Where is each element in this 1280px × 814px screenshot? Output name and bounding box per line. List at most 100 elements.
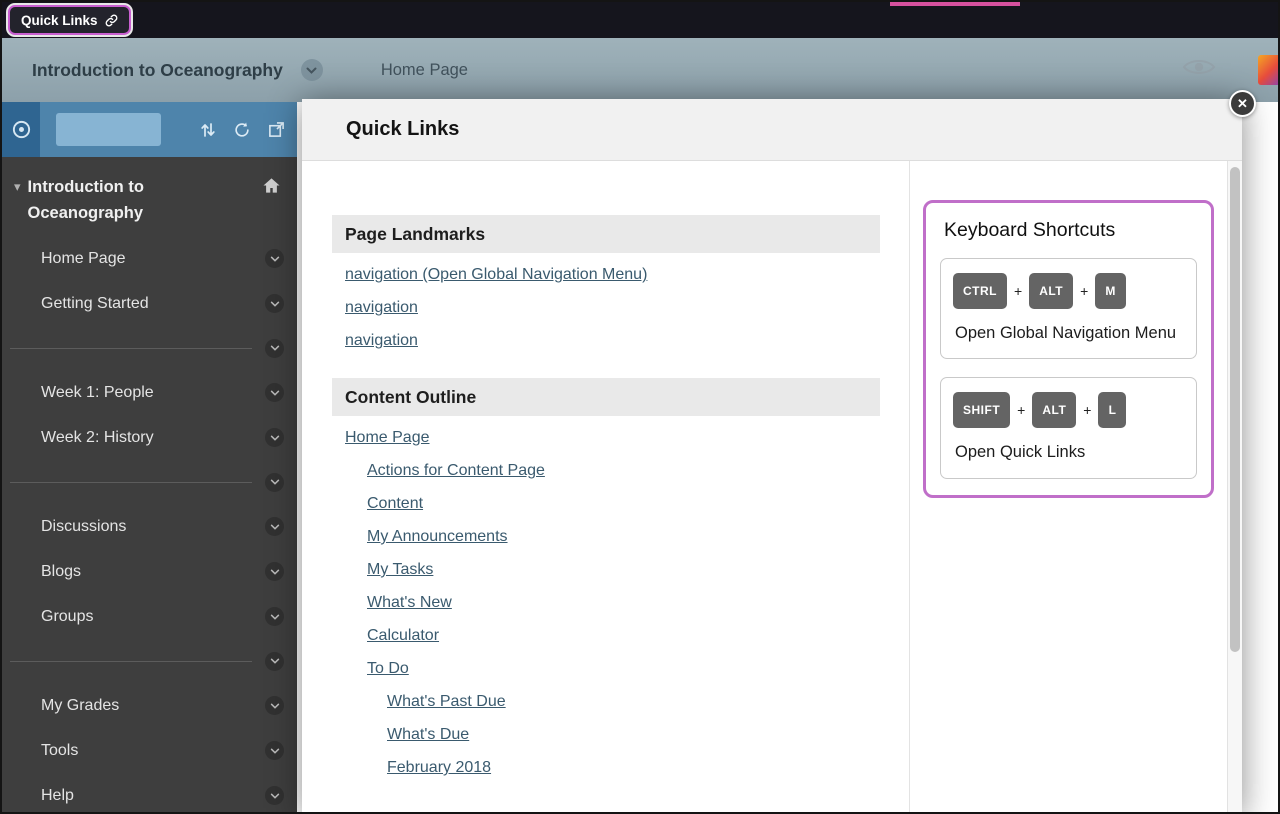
- sidebar-divider: [2, 326, 297, 370]
- course-header: Introduction to Oceanography Home Page: [2, 38, 1278, 102]
- chevron-down-badge[interactable]: [265, 652, 284, 671]
- plus-separator: +: [1080, 283, 1088, 299]
- student-preview-eye-icon[interactable]: [1182, 56, 1216, 84]
- sidebar-item-label: Week 1: People: [41, 384, 154, 402]
- outline-link[interactable]: What's Past Due: [387, 693, 506, 711]
- chevron-down-badge[interactable]: [265, 741, 284, 760]
- plus-separator: +: [1017, 402, 1025, 418]
- outline-link[interactable]: To Do: [367, 660, 409, 678]
- key-cap: ALT: [1032, 392, 1076, 428]
- outline-link[interactable]: February 2018: [387, 759, 491, 777]
- top-accent-highlight: [890, 2, 1020, 6]
- collapse-menu-icon[interactable]: [2, 102, 40, 157]
- landmark-link[interactable]: navigation (Open Global Navigation Menu): [345, 266, 647, 284]
- home-icon: [262, 177, 281, 226]
- shortcut-card-quick-links: SHIFT + ALT + L Open Quick Links: [940, 377, 1197, 478]
- sidebar-item-label: Home Page: [41, 250, 126, 268]
- sidebar-divider: [2, 639, 297, 683]
- quick-links-button[interactable]: Quick Links: [8, 5, 131, 35]
- page-landmarks-links: navigation (Open Global Navigation Menu)…: [332, 266, 880, 350]
- chevron-down-badge[interactable]: [265, 294, 284, 313]
- modal-title: Quick Links: [346, 118, 459, 141]
- sidebar-item-home-page[interactable]: Home Page: [2, 236, 297, 281]
- chevron-down-badge[interactable]: [265, 249, 284, 268]
- menu-view-toggle[interactable]: [56, 113, 161, 146]
- modal-scrollbar-track[interactable]: [1227, 161, 1242, 814]
- sidebar-item-help[interactable]: Help: [2, 773, 297, 814]
- close-icon[interactable]: ✕: [1229, 90, 1256, 117]
- landmark-link[interactable]: navigation: [345, 332, 418, 350]
- course-menu-chevron-button[interactable]: [301, 59, 323, 81]
- sidebar-item-my-grades[interactable]: My Grades: [2, 683, 297, 728]
- outline-link[interactable]: What's New: [367, 594, 452, 612]
- key-cap: L: [1098, 392, 1126, 428]
- course-title: Introduction to Oceanography: [32, 60, 283, 81]
- open-in-new-window-icon[interactable]: [268, 121, 285, 138]
- plus-separator: +: [1083, 402, 1091, 418]
- refresh-icon[interactable]: [233, 121, 251, 139]
- plus-separator: +: [1014, 283, 1022, 299]
- key-cap: SHIFT: [953, 392, 1010, 428]
- key-cap: ALT: [1029, 273, 1073, 309]
- sidebar-item-label: Tools: [41, 742, 78, 760]
- content-outline-heading: Content Outline: [332, 378, 880, 416]
- landmark-link[interactable]: navigation: [345, 299, 418, 317]
- outline-link[interactable]: What's Due: [387, 726, 469, 744]
- chevron-down-badge[interactable]: [265, 339, 284, 358]
- shortcut-card-global-nav: CTRL + ALT + M Open Global Navigation Me…: [940, 258, 1197, 359]
- shortcut-keys: CTRL + ALT + M: [953, 273, 1184, 309]
- sidebar-item-label: Discussions: [41, 518, 126, 536]
- chevron-down-badge[interactable]: [265, 786, 284, 805]
- chevron-down-badge[interactable]: [265, 696, 284, 715]
- content-outline-links: Home Page Actions for Content Page Conte…: [332, 429, 880, 777]
- outline-link[interactable]: Calculator: [367, 627, 439, 645]
- divider-line: [10, 482, 252, 483]
- menu-tool-icons: [200, 121, 285, 139]
- chevron-down-badge[interactable]: [265, 517, 284, 536]
- sidebar-divider: [2, 460, 297, 504]
- shortcut-description: Open Global Navigation Menu: [953, 322, 1184, 344]
- reorder-arrows-icon[interactable]: [200, 121, 216, 139]
- outline-link[interactable]: My Tasks: [367, 561, 433, 579]
- sidebar-item-week-2-history[interactable]: Week 2: History: [2, 415, 297, 460]
- course-menu-sidebar: ▾ Introduction to Oceanography Home Page…: [2, 102, 297, 812]
- modal-scrollbar-thumb[interactable]: [1230, 167, 1240, 652]
- shortcut-description: Open Quick Links: [953, 441, 1184, 463]
- modal-left-column: Page Landmarks navigation (Open Global N…: [302, 161, 909, 814]
- outline-link[interactable]: Home Page: [345, 429, 430, 447]
- key-cap: M: [1095, 273, 1126, 309]
- sidebar-item-label: Getting Started: [41, 295, 149, 313]
- sidebar-item-groups[interactable]: Groups: [2, 594, 297, 639]
- breadcrumb-page-title: Home Page: [381, 61, 468, 80]
- sidebar-item-tools[interactable]: Tools: [2, 728, 297, 773]
- keyboard-shortcuts-panel: Keyboard Shortcuts CTRL + ALT + M Open G…: [923, 200, 1214, 498]
- chevron-down-badge[interactable]: [265, 473, 284, 492]
- top-bar: Quick Links: [2, 2, 1278, 38]
- chevron-down-badge[interactable]: [265, 562, 284, 581]
- sidebar-item-blogs[interactable]: Blogs: [2, 549, 297, 594]
- chevron-down-icon[interactable]: ▾: [14, 179, 21, 226]
- quick-links-button-label: Quick Links: [21, 13, 98, 28]
- header-actions: [1182, 55, 1278, 85]
- shortcut-keys: SHIFT + ALT + L: [953, 392, 1184, 428]
- sidebar-item-getting-started[interactable]: Getting Started: [2, 281, 297, 326]
- modal-right-column: Keyboard Shortcuts CTRL + ALT + M Open G…: [909, 161, 1242, 814]
- key-cap: CTRL: [953, 273, 1007, 309]
- outline-link[interactable]: Actions for Content Page: [367, 462, 545, 480]
- link-icon: [105, 14, 118, 27]
- sidebar-item-label: My Grades: [41, 697, 119, 715]
- sidebar-item-discussions[interactable]: Discussions: [2, 504, 297, 549]
- sidebar-course-title[interactable]: Introduction to Oceanography: [28, 175, 218, 226]
- brand-logo-icon[interactable]: [1258, 55, 1280, 85]
- outline-link[interactable]: Content: [367, 495, 423, 513]
- sidebar-item-label: Week 2: History: [41, 429, 154, 447]
- sidebar-item-week-1-people[interactable]: Week 1: People: [2, 370, 297, 415]
- chevron-down-badge[interactable]: [265, 383, 284, 402]
- divider-line: [10, 661, 252, 662]
- modal-header: Quick Links: [302, 99, 1242, 161]
- modal-body: Page Landmarks navigation (Open Global N…: [302, 161, 1242, 814]
- chevron-down-badge[interactable]: [265, 428, 284, 447]
- sidebar-item-label: Blogs: [41, 563, 81, 581]
- outline-link[interactable]: My Announcements: [367, 528, 508, 546]
- chevron-down-badge[interactable]: [265, 607, 284, 626]
